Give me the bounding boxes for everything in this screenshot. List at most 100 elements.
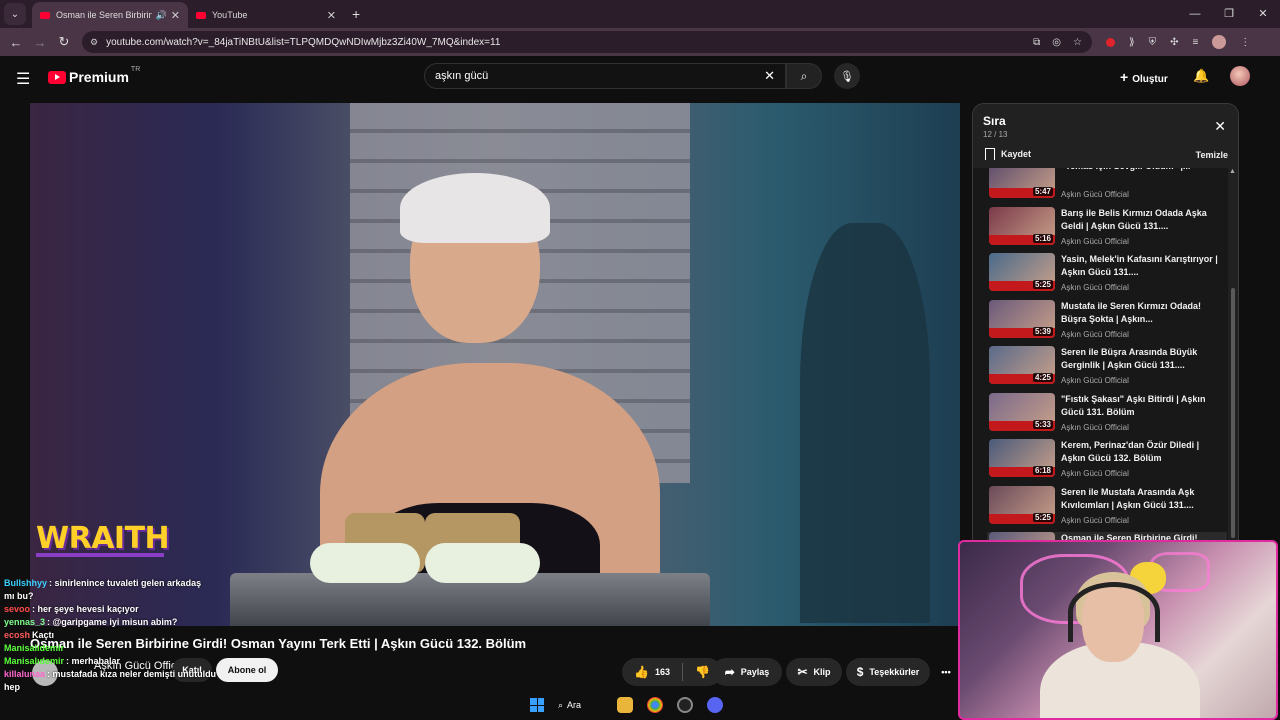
streamer-webcam bbox=[958, 540, 1278, 720]
queue-item-info: Kerem, Perinaz'dan Özür Diledi | Aşkın G… bbox=[1061, 439, 1221, 478]
close-tab-icon[interactable]: ✕ bbox=[171, 9, 180, 22]
chrome-icon[interactable] bbox=[647, 697, 664, 713]
tab-search-button[interactable]: ⌄ bbox=[4, 3, 26, 25]
queue-thumbnail[interactable]: 5:16 bbox=[989, 206, 1055, 245]
back-icon[interactable]: ← bbox=[4, 35, 28, 50]
queue-item[interactable]: 5:25 Seren ile Mustafa Arasında Aşk Kıvıl… bbox=[987, 485, 1227, 532]
video-duration: 5:33 bbox=[1032, 419, 1053, 429]
chat-text: : her şeye hevesi kaçıyor bbox=[32, 604, 139, 614]
queue-item-title[interactable]: Yasin, Melek'in Kafasını Karıştırıyor | … bbox=[1061, 253, 1221, 279]
share-button[interactable]: ➦ Paylaş bbox=[712, 658, 782, 686]
browser-tab-active[interactable]: Osman ile Seren Birbirine Girdi 🔊 ✕ bbox=[32, 2, 188, 28]
queue-thumbnail[interactable]: 5:33 bbox=[989, 392, 1055, 431]
mic-icon: 🎙 bbox=[840, 70, 854, 83]
search-input[interactable]: aşkın gücü ✕ bbox=[424, 63, 786, 89]
queue-item[interactable]: 5:25 Yasin, Melek'in Kafasını Karıştırıyo… bbox=[987, 253, 1227, 299]
reload-icon[interactable]: ↻ bbox=[52, 34, 76, 50]
queue-item-title[interactable]: Barış ile Belis Kırmızı Odada Aşka Geldi… bbox=[1061, 207, 1221, 233]
dislike-icon[interactable]: 👎 bbox=[695, 665, 710, 679]
queue-item-title[interactable]: Seren ile Büşra Arasında Büyük Gerginlik… bbox=[1061, 346, 1221, 372]
queue-item[interactable]: 5:16 Barış ile Belis Kırmızı Odada Aşka G… bbox=[987, 206, 1227, 253]
minimize-icon[interactable]: — bbox=[1178, 0, 1212, 28]
user-avatar[interactable] bbox=[1230, 66, 1250, 86]
restore-icon[interactable]: ❐ bbox=[1212, 0, 1246, 28]
video-player[interactable] bbox=[30, 103, 960, 626]
close-tab-icon[interactable]: ✕ bbox=[327, 9, 336, 22]
queue-item[interactable]: 5:33 "Fıstık Şakası" Aşkı Bitirdi | Aşkın… bbox=[987, 392, 1227, 439]
menu-hamburger-icon[interactable]: ☰ bbox=[16, 69, 30, 89]
queue-thumbnail[interactable]: 6:18 bbox=[989, 439, 1055, 477]
queue-item-title[interactable]: Seren ile Mustafa Arasında Aşk Kıvılcıml… bbox=[1061, 486, 1221, 512]
queue-position: 12 / 13 bbox=[983, 130, 1008, 139]
queue-item-title[interactable]: Kerem, Perinaz'dan Özür Diledi | Aşkın G… bbox=[1061, 439, 1221, 465]
thanks-button[interactable]: $ Teşekkürler bbox=[846, 658, 930, 686]
discord-icon[interactable] bbox=[707, 697, 724, 713]
eye-off-icon[interactable]: ◎ bbox=[1052, 37, 1061, 48]
search-value: aşkın gücü bbox=[435, 70, 489, 82]
voice-search-button[interactable]: 🎙 bbox=[834, 63, 860, 89]
windows-start-icon[interactable] bbox=[530, 698, 544, 712]
profile-avatar[interactable] bbox=[1212, 35, 1227, 49]
search-button[interactable]: ⌕ bbox=[786, 63, 822, 89]
queue-thumbnail[interactable]: 5:39 bbox=[989, 299, 1055, 338]
forward-icon[interactable]: → bbox=[28, 35, 52, 50]
taskbar-search[interactable]: ⌕ Ara bbox=[558, 700, 581, 711]
queue-item-info: Seren ile Mustafa Arasında Aşk Kıvılcıml… bbox=[1061, 486, 1221, 525]
queue-item[interactable]: 5:39 Mustafa ile Seren Kırmızı Odada! Büş… bbox=[987, 299, 1227, 346]
queue-thumbnail[interactable]: 5:25 bbox=[989, 485, 1055, 524]
translate-extension-icon[interactable]: ⟫ bbox=[1129, 37, 1135, 48]
queue-scrollbar[interactable] bbox=[1231, 288, 1235, 538]
queue-item-channel: Aşkın Gücü Official bbox=[1061, 236, 1129, 246]
clip-button[interactable]: ✂ Klip bbox=[786, 658, 842, 686]
install-icon[interactable]: ⧉ bbox=[1033, 37, 1040, 48]
taskbar-search-label: Ara bbox=[567, 700, 582, 710]
youtube-logo[interactable]: Premium TR bbox=[48, 66, 140, 85]
browser-menu-icon[interactable]: ⋮ bbox=[1240, 37, 1250, 48]
more-actions-button[interactable]: ••• bbox=[934, 658, 958, 686]
close-queue-icon[interactable]: ✕ bbox=[1214, 118, 1226, 135]
queue-item-info: Seren ile Büşra Arasında Büyük Gerginlik… bbox=[1061, 346, 1221, 385]
queue-item-info: "Temas İçin Sevgili Oldum" |... Aşkın Güc… bbox=[1061, 168, 1221, 199]
clear-search-icon[interactable]: ✕ bbox=[764, 68, 775, 84]
video-duration: 5:47 bbox=[1032, 187, 1053, 196]
queue-item-title[interactable]: "Temas İçin Sevgili Oldum" |... bbox=[1061, 168, 1221, 186]
record-extension-icon[interactable] bbox=[1106, 37, 1115, 47]
flowers bbox=[425, 543, 540, 583]
queue-item[interactable]: 5:47 "Temas İçin Sevgili Oldum" |... Aşkın… bbox=[987, 168, 1227, 206]
media-icon[interactable]: ≡ bbox=[1192, 37, 1198, 48]
queue-item[interactable]: 4:25 Seren ile Büşra Arasında Büyük Gergi… bbox=[987, 346, 1227, 392]
queue-thumbnail[interactable]: 4:25 bbox=[989, 346, 1055, 384]
notifications-bell-icon[interactable]: 🔔 bbox=[1193, 68, 1209, 84]
file-explorer-icon[interactable] bbox=[617, 697, 634, 713]
youtube-header: ☰ Premium TR aşkın gücü ✕ ⌕ 🎙 + Oluştur 🔔 bbox=[0, 56, 1280, 98]
share-icon: ➦ bbox=[724, 665, 735, 679]
queue-thumbnail[interactable]: 5:47 bbox=[989, 168, 1055, 198]
windows-taskbar: ⌕ Ara bbox=[530, 690, 760, 720]
chat-username: sevoo bbox=[4, 604, 31, 614]
chat-username: ecosh bbox=[4, 630, 31, 640]
close-window-icon[interactable]: ✕ bbox=[1246, 0, 1280, 28]
speaker-icon[interactable]: 🔊 bbox=[156, 10, 167, 21]
site-info-icon[interactable]: ⚙ bbox=[90, 37, 98, 48]
chat-text: : mustafada kıza neler demişti unutuldu bbox=[47, 669, 217, 679]
like-icon[interactable]: 👍 bbox=[634, 665, 649, 679]
bookmark-star-icon[interactable]: ☆ bbox=[1073, 37, 1082, 48]
url-field[interactable]: ⚙ youtube.com/watch?v=_84jaTiNBtU&list=T… bbox=[82, 31, 1092, 53]
create-button[interactable]: + Oluştur bbox=[1120, 69, 1168, 85]
queue-item-title[interactable]: Mustafa ile Seren Kırmızı Odada! Büşra Ş… bbox=[1061, 300, 1221, 326]
puzzle-extensions-icon[interactable]: ✣ bbox=[1170, 37, 1178, 48]
scroll-up-icon[interactable]: ▲ bbox=[1229, 168, 1236, 175]
clear-queue-button[interactable]: Temizle bbox=[1196, 150, 1228, 160]
shield-extension-icon[interactable]: ⛨ bbox=[1149, 37, 1157, 48]
queue-item[interactable]: 6:18 Kerem, Perinaz'dan Özür Diledi | Aşk… bbox=[987, 439, 1227, 485]
save-queue-button[interactable]: Kaydet bbox=[985, 148, 1031, 160]
queue-item-title[interactable]: "Fıstık Şakası" Aşkı Bitirdi | Aşkın Güc… bbox=[1061, 393, 1221, 419]
queue-thumbnail[interactable]: 5:25 bbox=[989, 253, 1055, 291]
browser-tab[interactable]: YouTube ✕ bbox=[188, 2, 344, 28]
chat-message: sevoo: her şeye hevesi kaçıyor bbox=[0, 603, 240, 616]
queue-item-channel: Aşkın Gücü Official bbox=[1061, 422, 1129, 432]
browser-tab-bar: ⌄ Osman ile Seren Birbirine Girdi 🔊 ✕ Yo… bbox=[0, 0, 1280, 28]
new-tab-button[interactable]: + bbox=[352, 6, 360, 22]
obs-icon[interactable] bbox=[677, 697, 694, 713]
queue-item-info: Yasin, Melek'in Kafasını Karıştırıyor | … bbox=[1061, 253, 1221, 292]
